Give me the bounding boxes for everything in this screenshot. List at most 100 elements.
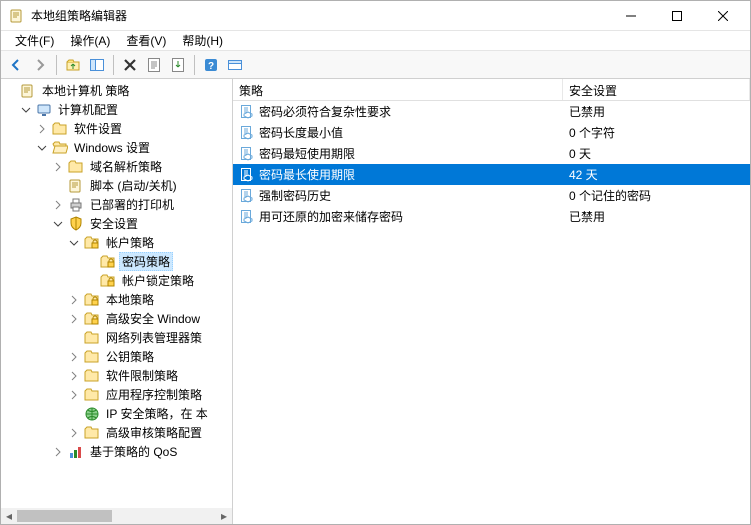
tree-item-icon	[84, 406, 100, 422]
tree-item-dns-policy[interactable]: 域名解析策略	[1, 157, 232, 176]
expand-toggle[interactable]	[69, 295, 83, 305]
close-button[interactable]	[700, 1, 746, 30]
list-row[interactable]: 用可还原的加密来储存密码已禁用	[233, 206, 750, 227]
title-bar: 本地组策略编辑器	[1, 1, 750, 31]
list-body[interactable]: 密码必须符合复杂性要求已禁用密码长度最小值0 个字符密码最短使用期限0 天密码最…	[233, 101, 750, 524]
tree-item-label: 公钥策略	[103, 347, 157, 366]
forward-button[interactable]	[29, 54, 51, 76]
tree-item-icon	[84, 387, 100, 403]
policy-name: 用可还原的加密来储存密码	[259, 208, 563, 225]
scroll-track[interactable]	[17, 508, 216, 524]
tree-item-label: 安全设置	[87, 214, 141, 233]
tree-item-srp[interactable]: 软件限制策略	[1, 366, 232, 385]
tree-item-acp[interactable]: 应用程序控制策略	[1, 385, 232, 404]
list-row[interactable]: 密码最长使用期限42 天	[233, 164, 750, 185]
menu-file[interactable]: 文件(F)	[7, 30, 62, 51]
tree-item-computer-config[interactable]: 计算机配置	[1, 100, 232, 119]
expand-toggle[interactable]	[21, 105, 35, 115]
policy-name: 密码必须符合复杂性要求	[259, 103, 563, 120]
tree-item-pk-policies[interactable]: 公钥策略	[1, 347, 232, 366]
tree-item-icon	[68, 444, 84, 460]
export-button[interactable]	[167, 54, 189, 76]
tree-item-label: 高级安全 Window	[103, 309, 203, 328]
tree-item-local-policies[interactable]: 本地策略	[1, 290, 232, 309]
list-row[interactable]: 强制密码历史0 个记住的密码	[233, 185, 750, 206]
tree-item-wf-advanced[interactable]: 高级安全 Window	[1, 309, 232, 328]
tree-item-scripts[interactable]: 脚本 (启动/关机)	[1, 176, 232, 195]
delete-button[interactable]	[119, 54, 141, 76]
expand-toggle[interactable]	[37, 143, 51, 153]
tree-item-icon	[84, 349, 100, 365]
menu-view[interactable]: 查看(V)	[118, 30, 174, 51]
help-button[interactable]: ?	[200, 54, 222, 76]
tree-item-label: 软件限制策略	[103, 366, 181, 385]
tree-item-lockout-policy[interactable]: 帐户锁定策略	[1, 271, 232, 290]
tree-item-label: 本地计算机 策略	[39, 81, 132, 100]
tree-item-icon	[84, 330, 100, 346]
up-button[interactable]	[62, 54, 84, 76]
tree-root[interactable]: 本地计算机 策略	[1, 81, 232, 100]
column-header-policy[interactable]: 策略	[233, 79, 563, 100]
toggle-pane-button[interactable]	[224, 54, 246, 76]
policy-setting: 0 个记住的密码	[563, 187, 750, 204]
policy-setting: 已禁用	[563, 208, 750, 225]
menu-help[interactable]: 帮助(H)	[174, 30, 231, 51]
properties-button[interactable]	[143, 54, 165, 76]
minimize-button[interactable]	[608, 1, 654, 30]
expand-toggle[interactable]	[53, 162, 67, 172]
expand-toggle[interactable]	[69, 371, 83, 381]
list-row[interactable]: 密码必须符合复杂性要求已禁用	[233, 101, 750, 122]
policy-item-icon	[239, 125, 255, 141]
tree-item-icon	[20, 83, 36, 99]
tree-item-icon	[68, 159, 84, 175]
scroll-thumb[interactable]	[17, 510, 112, 522]
toolbar-separator	[56, 55, 57, 75]
back-button[interactable]	[5, 54, 27, 76]
scroll-left-button[interactable]: ◂	[1, 508, 17, 524]
tree-item-icon	[68, 197, 84, 213]
tree-item-label: 基于策略的 QoS	[87, 442, 180, 461]
tree-item-label: 网络列表管理器策	[103, 328, 205, 347]
tree-item-security-settings[interactable]: 安全设置	[1, 214, 232, 233]
scroll-right-button[interactable]: ▸	[216, 508, 232, 524]
tree-scroll[interactable]: 本地计算机 策略计算机配置软件设置Windows 设置域名解析策略脚本 (启动/…	[1, 79, 232, 508]
tree-horizontal-scrollbar[interactable]: ◂ ▸	[1, 508, 232, 524]
list-row[interactable]: 密码最短使用期限0 天	[233, 143, 750, 164]
expand-toggle[interactable]	[69, 352, 83, 362]
policy-name: 密码最短使用期限	[259, 145, 563, 162]
expand-toggle[interactable]	[53, 447, 67, 457]
tree-item-nlm-policies[interactable]: 网络列表管理器策	[1, 328, 232, 347]
tree-item-label: 已部署的打印机	[87, 195, 177, 214]
tree-item-icon	[84, 368, 100, 384]
policy-item-icon	[239, 146, 255, 162]
maximize-button[interactable]	[654, 1, 700, 30]
expand-toggle[interactable]	[37, 124, 51, 134]
expand-toggle[interactable]	[69, 390, 83, 400]
tree-item-label: 域名解析策略	[87, 157, 165, 176]
tree-item-ipsec[interactable]: IP 安全策略，在 本	[1, 404, 232, 423]
expand-toggle[interactable]	[69, 428, 83, 438]
show-hide-tree-button[interactable]	[86, 54, 108, 76]
tree-item-label: 应用程序控制策略	[103, 385, 205, 404]
column-header-setting[interactable]: 安全设置	[563, 79, 750, 100]
tree-item-deployed-printers[interactable]: 已部署的打印机	[1, 195, 232, 214]
menu-action[interactable]: 操作(A)	[62, 30, 118, 51]
tree-item-label: 密码策略	[119, 252, 173, 271]
expand-toggle[interactable]	[53, 200, 67, 210]
list-row[interactable]: 密码长度最小值0 个字符	[233, 122, 750, 143]
tree-item-password-policy[interactable]: 密码策略	[1, 252, 232, 271]
policy-item-icon	[239, 209, 255, 225]
tree-item-label: 帐户策略	[103, 233, 157, 252]
tree-item-icon	[84, 311, 100, 327]
tree-item-windows-settings[interactable]: Windows 设置	[1, 138, 232, 157]
expand-toggle[interactable]	[53, 219, 67, 229]
tree-item-icon	[52, 121, 68, 137]
tree-item-account-policies[interactable]: 帐户策略	[1, 233, 232, 252]
expand-toggle[interactable]	[69, 238, 83, 248]
tree-item-audit[interactable]: 高级审核策略配置	[1, 423, 232, 442]
tree-item-qos[interactable]: 基于策略的 QoS	[1, 442, 232, 461]
tree-item-label: IP 安全策略，在 本	[103, 404, 211, 423]
tree-item-icon	[100, 254, 116, 270]
expand-toggle[interactable]	[69, 314, 83, 324]
tree-item-software-settings[interactable]: 软件设置	[1, 119, 232, 138]
